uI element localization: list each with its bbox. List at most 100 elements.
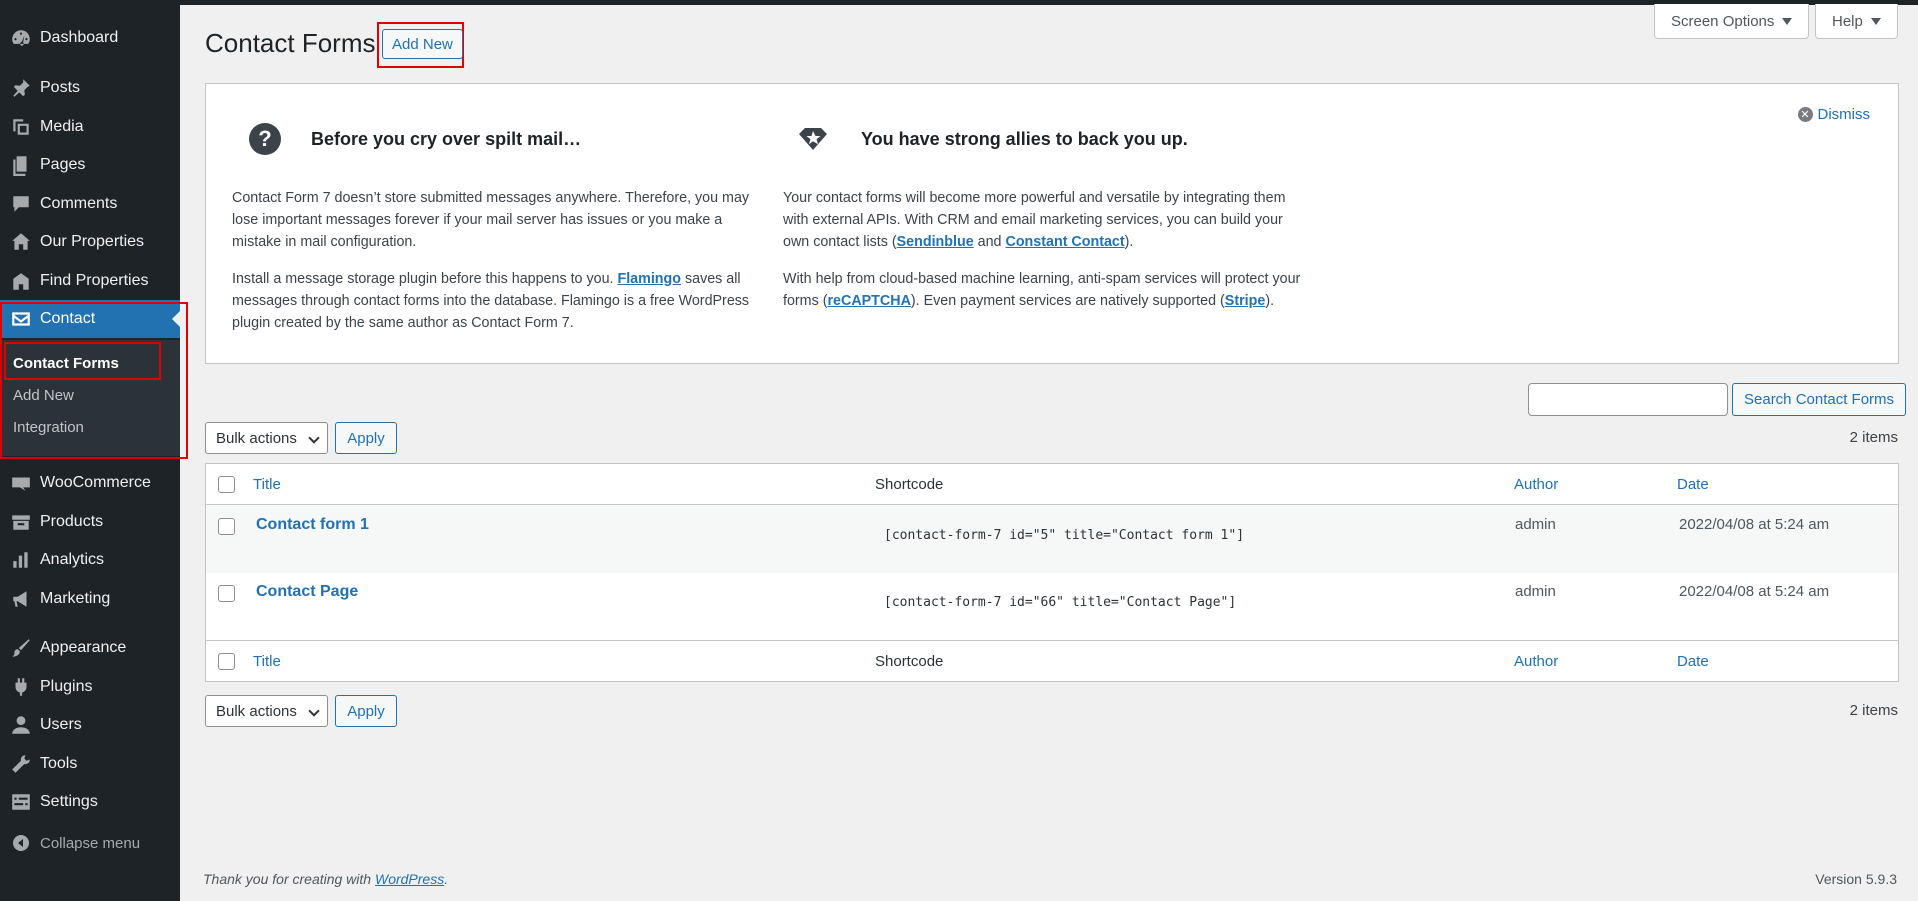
sidebar-item-tools[interactable]: Tools bbox=[0, 745, 180, 783]
row-date: 2022/04/08 at 5:24 am bbox=[1679, 516, 1830, 533]
column-header-author[interactable]: Author bbox=[1514, 476, 1558, 493]
search-contact-forms-button[interactable]: Search Contact Forms bbox=[1732, 383, 1907, 416]
pages-icon bbox=[9, 153, 33, 177]
sidebar-item-users[interactable]: Users bbox=[0, 706, 180, 744]
collapse-menu-button[interactable]: Collapse menu bbox=[0, 826, 180, 860]
bulk-actions-select-top[interactable]: Bulk actions bbox=[205, 422, 328, 454]
table-row: Contact form 1 [contact-form-7 id="5" ti… bbox=[206, 506, 1898, 573]
contact-forms-table: Title Shortcode Author Date Contact form… bbox=[205, 463, 1899, 682]
pin-icon bbox=[9, 76, 33, 100]
recaptcha-link[interactable]: reCAPTCHA bbox=[827, 293, 910, 309]
sidebar-item-products[interactable]: Products bbox=[0, 503, 180, 541]
select-all-checkbox[interactable] bbox=[218, 476, 235, 493]
mail-icon bbox=[9, 307, 33, 331]
sidebar-item-settings[interactable]: Settings bbox=[0, 783, 180, 821]
constant-contact-link[interactable]: Constant Contact bbox=[1006, 234, 1125, 250]
screen-options-button[interactable]: Screen Options bbox=[1654, 4, 1810, 39]
settings-icon bbox=[9, 790, 33, 814]
row-title-link[interactable]: Contact form 1 bbox=[256, 516, 369, 534]
dashboard-icon bbox=[9, 26, 33, 50]
brush-icon bbox=[9, 636, 33, 660]
submenu-item-add-new[interactable]: Add New bbox=[13, 387, 74, 404]
add-new-button[interactable]: Add New bbox=[382, 29, 463, 59]
sidebar-item-pages[interactable]: Pages bbox=[0, 146, 180, 184]
sidebar-item-label: Our Properties bbox=[40, 233, 145, 250]
row-shortcode: [contact-form-7 id="66" title="Contact P… bbox=[884, 595, 1237, 610]
wordpress-link[interactable]: WordPress bbox=[375, 871, 444, 887]
caret-down-icon bbox=[1870, 17, 1881, 25]
bulk-actions-label: Bulk actions bbox=[216, 702, 297, 720]
sidebar-item-woocommerce[interactable]: WooCommerce bbox=[0, 464, 180, 502]
sidebar-item-marketing[interactable]: Marketing bbox=[0, 580, 180, 618]
contact-submenu: Contact Forms Add New Integration bbox=[0, 340, 180, 456]
plug-icon bbox=[9, 675, 33, 699]
row-date: 2022/04/08 at 5:24 am bbox=[1679, 583, 1830, 600]
row-checkbox[interactable] bbox=[218, 518, 235, 535]
column-footer-title[interactable]: Title bbox=[253, 653, 281, 670]
sidebar-item-media[interactable]: Media bbox=[0, 108, 180, 146]
items-count-top: 2 items bbox=[1849, 429, 1898, 446]
welcome-left-paragraph-1: Contact Form 7 doesn’t store submitted m… bbox=[232, 190, 750, 250]
column-header-date[interactable]: Date bbox=[1677, 476, 1709, 493]
sidebar-item-comments[interactable]: Comments bbox=[0, 185, 180, 223]
sendinblue-link[interactable]: Sendinblue bbox=[897, 234, 974, 250]
bar-chart-icon bbox=[9, 548, 33, 572]
column-footer-shortcode: Shortcode bbox=[875, 653, 944, 670]
sidebar-item-analytics[interactable]: Analytics bbox=[0, 541, 180, 579]
submenu-item-contact-forms[interactable]: Contact Forms bbox=[13, 355, 119, 372]
svg-text:?: ? bbox=[258, 126, 271, 151]
sidebar-item-label: Comments bbox=[40, 195, 118, 212]
sidebar-item-plugins[interactable]: Plugins bbox=[0, 668, 180, 706]
collapse-menu-label: Collapse menu bbox=[40, 834, 141, 852]
search-input[interactable] bbox=[1528, 383, 1728, 416]
admin-sidebar: Dashboard Posts Media Pages Comments Our… bbox=[0, 0, 180, 901]
column-footer-author[interactable]: Author bbox=[1514, 653, 1558, 670]
table-footer: Title Shortcode Author Date bbox=[206, 640, 1898, 681]
screen-options-label: Screen Options bbox=[1671, 12, 1775, 30]
welcome-right-paragraph-1: Your contact forms will become more powe… bbox=[783, 190, 1286, 250]
select-all-checkbox-footer[interactable] bbox=[218, 653, 235, 670]
home-icon bbox=[9, 230, 33, 254]
row-author: admin bbox=[1515, 583, 1556, 600]
welcome-left-paragraph-2: Install a message storage plugin before … bbox=[232, 271, 750, 331]
sidebar-item-dashboard[interactable]: Dashboard bbox=[0, 19, 180, 57]
column-header-title[interactable]: Title bbox=[253, 476, 281, 493]
archive-icon bbox=[9, 510, 33, 534]
sidebar-item-label: Settings bbox=[40, 793, 98, 810]
dismiss-button[interactable]: ✕ Dismiss bbox=[1797, 106, 1871, 123]
question-icon: ? bbox=[249, 123, 281, 155]
row-checkbox[interactable] bbox=[218, 585, 235, 602]
items-count-bottom: 2 items bbox=[1849, 702, 1898, 719]
bulk-actions-select-bottom[interactable]: Bulk actions bbox=[205, 695, 328, 727]
row-author: admin bbox=[1515, 516, 1556, 533]
sidebar-item-our-properties[interactable]: Our Properties bbox=[0, 223, 180, 261]
column-header-shortcode: Shortcode bbox=[875, 476, 944, 493]
sidebar-item-posts[interactable]: Posts bbox=[0, 69, 180, 107]
sidebar-item-label: Users bbox=[40, 716, 82, 733]
sidebar-item-label: Posts bbox=[40, 79, 81, 96]
sidebar-item-find-properties[interactable]: Find Properties bbox=[0, 262, 180, 300]
column-footer-date[interactable]: Date bbox=[1677, 653, 1709, 670]
chevron-down-icon bbox=[308, 705, 320, 717]
submenu-item-integration[interactable]: Integration bbox=[13, 419, 84, 436]
dismiss-label: Dismiss bbox=[1817, 106, 1871, 123]
apply-button-top[interactable]: Apply bbox=[335, 422, 397, 454]
help-button[interactable]: Help bbox=[1815, 4, 1898, 39]
flamingo-link[interactable]: Flamingo bbox=[617, 271, 681, 287]
page-title: Contact Forms bbox=[205, 28, 376, 58]
apply-button-bottom[interactable]: Apply bbox=[335, 695, 397, 727]
wrench-icon bbox=[9, 752, 33, 776]
sidebar-item-contact[interactable]: Contact bbox=[0, 300, 180, 338]
chevron-down-icon bbox=[308, 432, 320, 444]
sidebar-item-label: Contact bbox=[40, 310, 96, 327]
sidebar-item-label: Find Properties bbox=[40, 272, 149, 289]
user-icon bbox=[9, 713, 33, 737]
woo-icon bbox=[9, 471, 33, 495]
sidebar-item-label: Analytics bbox=[40, 551, 105, 568]
collapse-icon bbox=[9, 831, 33, 855]
media-icon bbox=[9, 115, 33, 139]
stripe-link[interactable]: Stripe bbox=[1225, 293, 1266, 309]
sidebar-item-appearance[interactable]: Appearance bbox=[0, 629, 180, 667]
sidebar-item-label: WooCommerce bbox=[40, 474, 151, 491]
row-title-link[interactable]: Contact Page bbox=[256, 583, 358, 601]
